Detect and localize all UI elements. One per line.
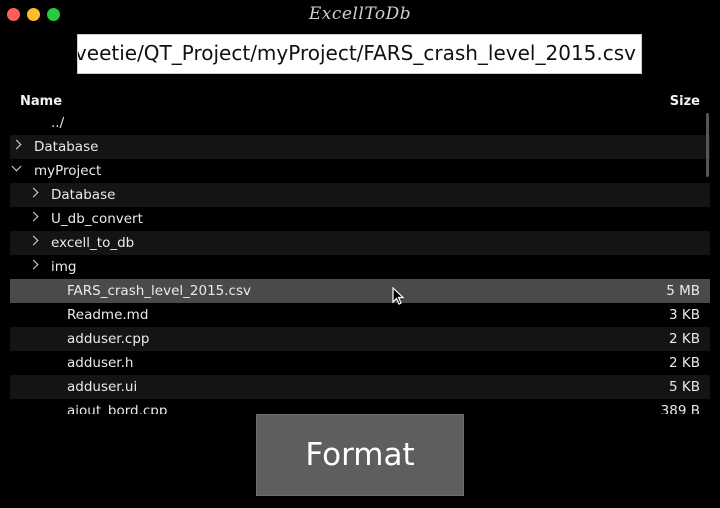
table-row[interactable]: myProject (10, 159, 710, 183)
row-size: 3 KB (669, 307, 700, 323)
row-size: 5 MB (666, 283, 700, 299)
table-row[interactable]: adduser.cpp 2 KB (10, 327, 710, 351)
table-header: Name Size (10, 92, 710, 112)
table-row[interactable]: ../ (10, 111, 710, 135)
chevron-down-icon[interactable] (11, 161, 22, 172)
vertical-scrollbar[interactable] (706, 113, 709, 177)
chevron-right-icon[interactable] (28, 259, 39, 270)
row-name: adduser.cpp (67, 331, 150, 347)
chevron-right-icon[interactable] (28, 187, 39, 198)
table-row[interactable]: FARS_crash_level_2015.csv 5 MB (10, 279, 710, 303)
row-name: FARS_crash_level_2015.csv (67, 283, 251, 299)
row-size: 2 KB (669, 355, 700, 371)
mouse-cursor-icon (392, 286, 405, 305)
row-name: Readme.md (67, 307, 149, 323)
row-size: 389 B (660, 403, 700, 414)
table-row[interactable]: ajout_bord.cpp 389 B (10, 399, 710, 414)
file-tree[interactable]: ../ Database myProject Database U_db_convert… (10, 111, 710, 414)
table-row[interactable]: Readme.md 3 KB (10, 303, 710, 327)
title-bar: ExcellToDb (0, 0, 720, 28)
row-name: U_db_convert (51, 211, 143, 227)
row-name: img (51, 259, 77, 275)
table-row[interactable]: Database (10, 135, 710, 159)
table-row[interactable]: Database (10, 183, 710, 207)
row-name: adduser.ui (67, 379, 138, 395)
row-name: Database (34, 139, 99, 155)
chevron-right-icon[interactable] (11, 139, 22, 150)
path-input[interactable]: veetie/QT_Project/myProject/FARS_crash_l… (77, 34, 642, 74)
column-header-size[interactable]: Size (670, 94, 700, 109)
format-button[interactable]: Format (256, 414, 464, 496)
row-size: 2 KB (669, 331, 700, 347)
column-header-name[interactable]: Name (20, 94, 62, 109)
path-input-value: veetie/QT_Project/myProject/FARS_crash_l… (77, 41, 636, 65)
row-name: myProject (34, 163, 102, 179)
row-name: Database (51, 187, 116, 203)
window-title: ExcellToDb (308, 4, 412, 24)
table-row[interactable]: adduser.h 2 KB (10, 351, 710, 375)
table-row[interactable]: adduser.ui 5 KB (10, 375, 710, 399)
table-row[interactable]: excell_to_db (10, 231, 710, 255)
row-name: ../ (51, 115, 65, 131)
row-name: ajout_bord.cpp (67, 403, 168, 414)
table-row[interactable]: U_db_convert (10, 207, 710, 231)
chevron-right-icon[interactable] (28, 211, 39, 222)
row-name: excell_to_db (51, 235, 135, 251)
row-name: adduser.h (67, 355, 134, 371)
row-size: 5 KB (669, 379, 700, 395)
chevron-right-icon[interactable] (28, 235, 39, 246)
table-row[interactable]: img (10, 255, 710, 279)
